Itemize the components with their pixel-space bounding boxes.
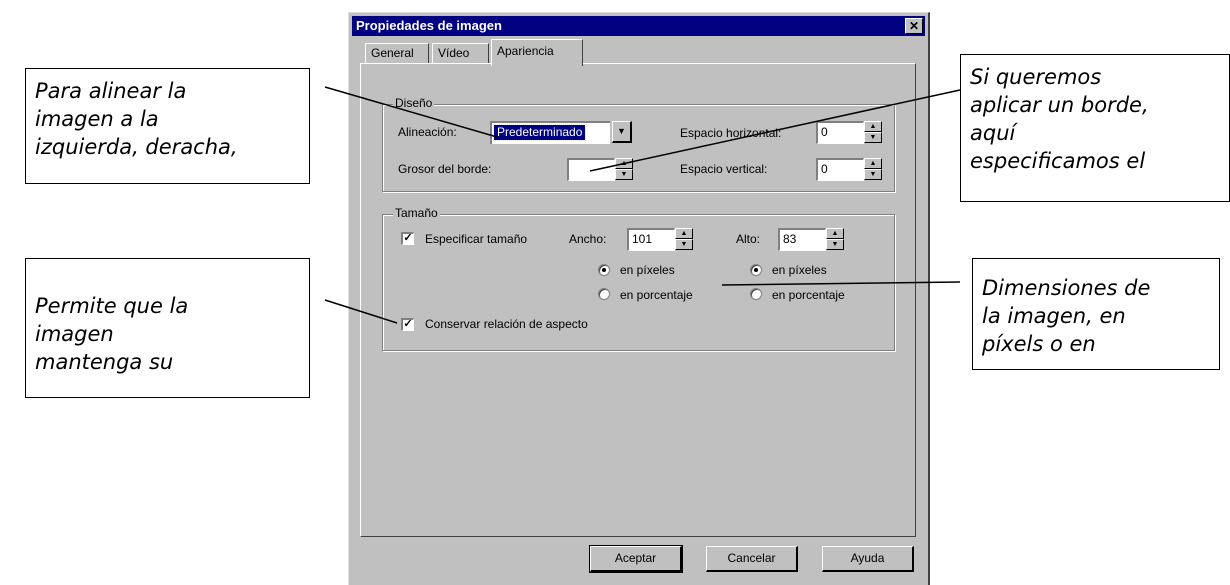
height-percent-label[interactable]: en porcentaje: [772, 288, 845, 302]
checkmark-icon: ✓: [403, 318, 413, 330]
keep-aspect-checkbox[interactable]: ✓: [401, 318, 414, 331]
horizontal-spacing-label: Espacio horizontal:: [680, 126, 782, 140]
help-button[interactable]: Ayuda: [822, 546, 914, 572]
checkmark-icon: ✓: [403, 232, 413, 244]
specify-size-checkbox[interactable]: ✓: [401, 232, 414, 245]
height-percent-radio[interactable]: [750, 288, 762, 300]
width-input[interactable]: 101: [627, 228, 675, 251]
spin-down-icon[interactable]: ▼: [675, 239, 693, 250]
spin-up-icon[interactable]: ▲: [675, 228, 693, 239]
size-group-label: Tamaño: [393, 206, 440, 220]
height-spinner[interactable]: ▲ ▼: [826, 228, 844, 251]
height-pixels-label[interactable]: en píxeles: [772, 263, 827, 277]
spin-down-icon[interactable]: ▼: [615, 169, 633, 180]
dialog-title: Propiedades de imagen: [356, 18, 502, 33]
vertical-spacing-label: Espacio vertical:: [680, 162, 768, 176]
ok-button[interactable]: Aceptar: [589, 545, 683, 573]
close-button[interactable]: ✕: [905, 18, 923, 34]
callout-dimensions: Dimensiones de la imagen, en píxels o en: [972, 258, 1220, 370]
spin-down-icon[interactable]: ▼: [864, 132, 882, 143]
spin-up-icon[interactable]: ▲: [826, 228, 844, 239]
alignment-label: Alineación:: [398, 125, 457, 139]
height-input[interactable]: 83: [778, 228, 826, 251]
horizontal-spacing-spinner[interactable]: ▲ ▼: [864, 121, 882, 144]
keep-aspect-label[interactable]: Conservar relación de aspecto: [425, 317, 588, 331]
close-icon: ✕: [908, 19, 920, 33]
width-percent-radio[interactable]: [598, 288, 610, 300]
border-width-spinner[interactable]: ▲ ▼: [615, 158, 633, 181]
height-pixels-radio[interactable]: [750, 264, 762, 276]
width-pixels-radio[interactable]: [598, 264, 610, 276]
specify-size-label[interactable]: Especificar tamaño: [425, 232, 527, 246]
width-spinner[interactable]: ▲ ▼: [675, 228, 693, 251]
tab-video[interactable]: Vídeo: [432, 43, 489, 64]
width-pixels-label[interactable]: en píxeles: [620, 263, 675, 277]
callout-aspect: Permite que la imagen mantenga su: [25, 258, 310, 398]
alignment-dropdown-button[interactable]: ▼: [612, 121, 632, 143]
border-width-label: Grosor del borde:: [398, 162, 492, 176]
tab-apariencia[interactable]: Apariencia: [491, 39, 583, 66]
spin-up-icon[interactable]: ▲: [864, 121, 882, 132]
border-width-input[interactable]: [567, 158, 615, 181]
spin-down-icon[interactable]: ▼: [864, 169, 882, 180]
callout-border: Si queremos aplicar un borde, aquí espec…: [960, 54, 1230, 202]
design-group-label: Diseño: [393, 96, 435, 110]
width-percent-label[interactable]: en porcentaje: [620, 288, 693, 302]
vertical-spacing-spinner[interactable]: ▲ ▼: [864, 158, 882, 181]
width-label: Ancho:: [569, 232, 607, 246]
alignment-select[interactable]: Predeterminado: [490, 121, 610, 144]
horizontal-spacing-input[interactable]: 0: [816, 121, 864, 144]
spin-down-icon[interactable]: ▼: [826, 239, 844, 250]
height-label: Alto:: [736, 232, 761, 246]
vertical-spacing-input[interactable]: 0: [816, 158, 864, 181]
tab-general[interactable]: General: [365, 43, 429, 64]
callout-alignment: Para alinear la imagen a la izquierda, d…: [25, 68, 310, 184]
spin-up-icon[interactable]: ▲: [615, 158, 633, 169]
title-bar: Propiedades de imagen ✕: [352, 16, 925, 36]
chevron-down-icon: ▼: [617, 126, 626, 136]
cancel-button[interactable]: Cancelar: [706, 546, 798, 572]
spin-up-icon[interactable]: ▲: [864, 158, 882, 169]
